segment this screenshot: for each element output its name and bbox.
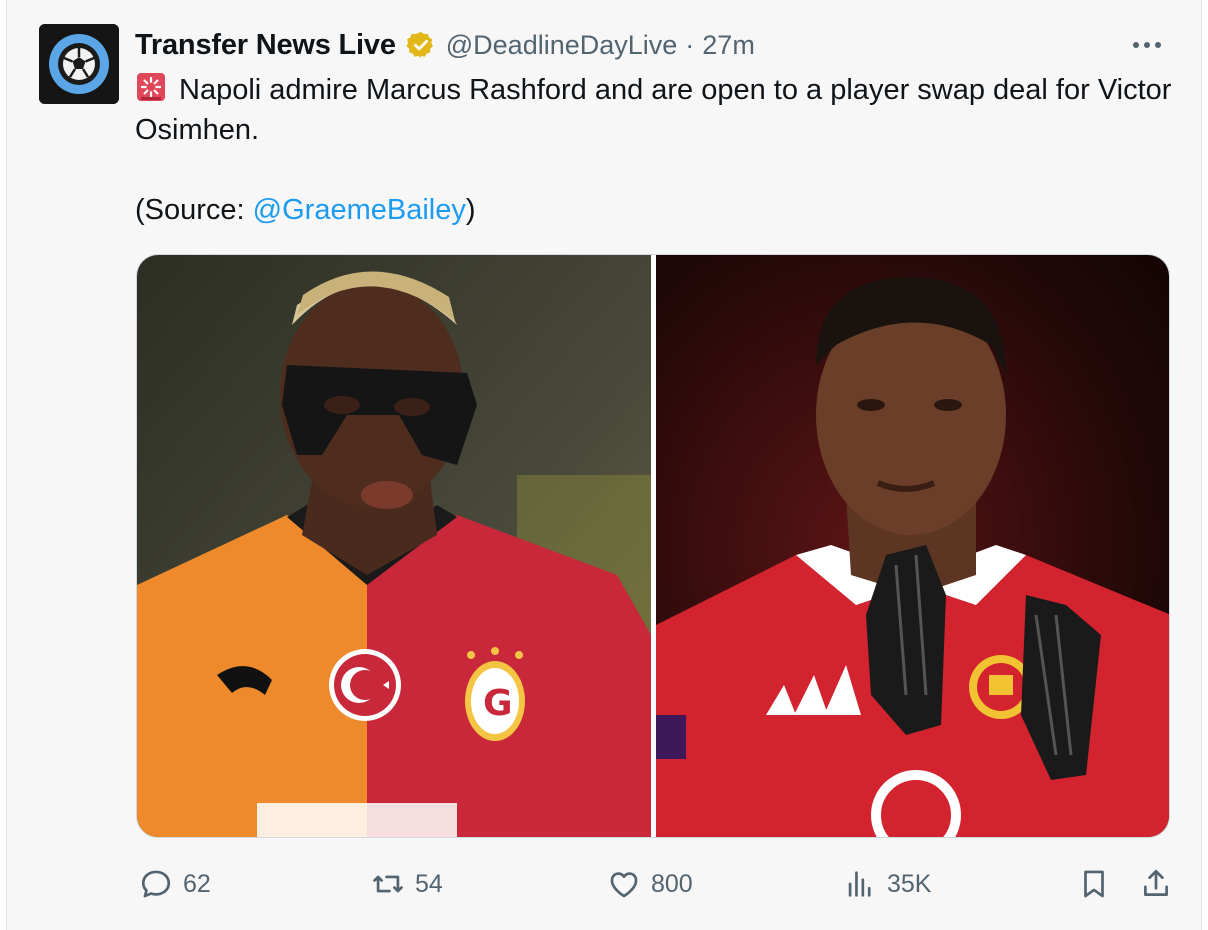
tweet-text-main: Napoli admire Marcus Rashford and are op…: [135, 74, 1172, 146]
author-name[interactable]: Transfer News Live: [135, 29, 396, 62]
like-icon: [610, 872, 638, 898]
views-icon: [848, 871, 871, 897]
retweet-icon: [373, 875, 403, 893]
tweet-actions: 62 54 800 35K: [135, 862, 1175, 906]
tweet-timestamp[interactable]: 27m: [702, 30, 755, 61]
retweet-count: 54: [415, 869, 443, 898]
retweet-button[interactable]: 54: [371, 862, 443, 906]
tweet-card[interactable]: Transfer News Live @DeadlineDayLive · 27…: [6, 0, 1202, 930]
media-image-right[interactable]: [656, 255, 1169, 837]
like-count: 800: [651, 869, 693, 898]
media-image-left[interactable]: G: [137, 255, 651, 837]
reply-count: 62: [183, 869, 211, 898]
source-suffix: ): [465, 194, 476, 226]
share-icon: [1144, 869, 1168, 896]
verified-badge-icon[interactable]: [406, 30, 436, 60]
left-player-illustration: G: [137, 255, 651, 837]
author-handle[interactable]: @DeadlineDayLive: [446, 30, 678, 61]
source-mention-link[interactable]: @GraemeBailey: [253, 194, 466, 226]
bookmark-button[interactable]: [1077, 862, 1111, 906]
tweet-text: Napoli admire Marcus Rashford and are op…: [135, 70, 1175, 230]
views-button[interactable]: 35K: [843, 862, 931, 906]
svg-text:G: G: [483, 683, 513, 724]
right-player-illustration: [656, 255, 1169, 837]
soccer-ball-avatar-icon: [39, 24, 119, 104]
more-dot: [1144, 42, 1150, 48]
more-dot: [1133, 42, 1139, 48]
text-spacer: [135, 150, 1175, 190]
share-button[interactable]: [1139, 862, 1173, 906]
bookmark-icon: [1084, 870, 1104, 898]
views-count: 35K: [887, 869, 932, 898]
header-separator: ·: [685, 29, 695, 60]
like-button[interactable]: 800: [607, 862, 693, 906]
tweet-media[interactable]: G: [136, 254, 1170, 838]
source-prefix: (Source:: [135, 194, 253, 226]
siren-emoji: [137, 73, 165, 101]
reply-button[interactable]: 62: [139, 862, 211, 906]
author-avatar[interactable]: [39, 24, 119, 104]
more-dot: [1155, 42, 1161, 48]
tweet-header: Transfer News Live @DeadlineDayLive · 27…: [135, 26, 755, 64]
reply-icon: [141, 870, 171, 898]
more-icon[interactable]: [1133, 36, 1167, 54]
